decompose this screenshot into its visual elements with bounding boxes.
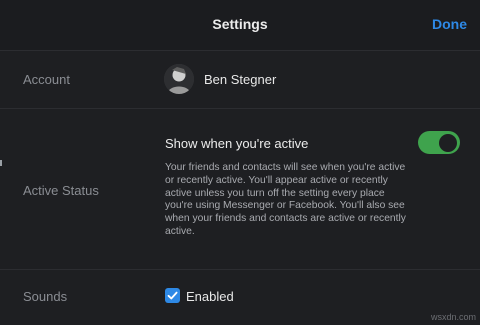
avatar[interactable]: [164, 64, 194, 94]
page-title: Settings: [212, 16, 268, 32]
active-status-title: Show when you're active: [165, 136, 309, 151]
row-divider-1: [0, 108, 480, 109]
done-button[interactable]: Done: [432, 16, 467, 32]
sounds-enabled-label[interactable]: Enabled: [186, 289, 234, 304]
user-avatar-icon: [164, 64, 194, 94]
active-status-toggle[interactable]: [418, 131, 460, 154]
header-bar: Settings Done: [0, 0, 480, 50]
account-name: Ben Stegner: [204, 72, 277, 87]
window-edge-mark: [0, 160, 2, 166]
sounds-checkbox[interactable]: [165, 288, 180, 303]
row-divider-2: [0, 269, 480, 270]
account-label: Account: [23, 72, 70, 87]
toggle-knob: [439, 133, 457, 152]
header-divider: [0, 50, 480, 51]
active-status-label: Active Status: [23, 183, 99, 198]
sounds-label: Sounds: [23, 289, 68, 304]
watermark: wsxdn.com: [430, 312, 476, 322]
checkmark-icon: [167, 291, 178, 300]
active-status-description: Your friends and contacts will see when …: [165, 162, 406, 237]
